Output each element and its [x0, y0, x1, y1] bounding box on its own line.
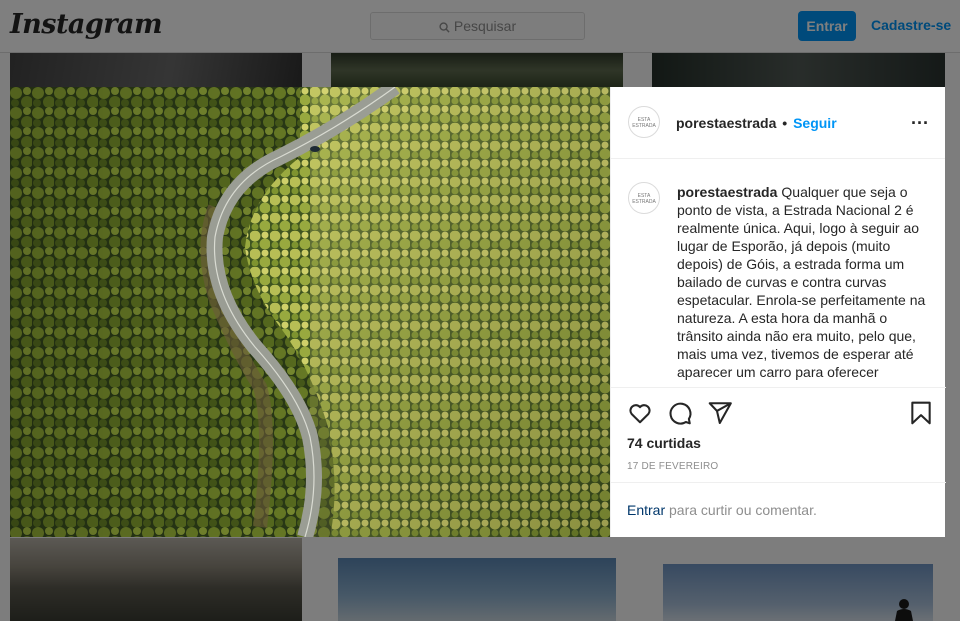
separator-dot: • — [782, 115, 788, 131]
username-link[interactable]: porestaestrada — [676, 115, 776, 131]
caption-text: porestaestrada Qualquer que seja o ponto … — [677, 183, 927, 381]
post-sidebar: ESTA ESTRADA porestaestrada • Seguir ···… — [610, 87, 946, 537]
login-prompt-text: para curtir ou comentar. — [665, 502, 817, 518]
more-options-icon[interactable]: ··· — [911, 114, 929, 132]
heart-icon[interactable] — [627, 400, 653, 426]
avatar-text: ESTA ESTRADA — [632, 193, 656, 205]
caption-area: ESTA ESTRADA porestaestrada Qualquer que … — [611, 159, 946, 387]
login-prompt-link[interactable]: Entrar — [627, 502, 665, 518]
avatar[interactable]: ESTA ESTRADA — [628, 106, 660, 138]
caption-username-link[interactable]: porestaestrada — [677, 184, 777, 200]
post-header: ESTA ESTRADA porestaestrada • Seguir ··· — [611, 87, 945, 159]
post-actions: 74 curtidas 17 DE FEVEREIRO — [611, 387, 946, 482]
comment-icon[interactable] — [667, 400, 693, 426]
share-icon[interactable] — [707, 400, 733, 426]
post-photo[interactable] — [10, 87, 610, 537]
post-modal: ESTA ESTRADA porestaestrada • Seguir ···… — [10, 87, 946, 537]
likes-count[interactable]: 74 curtidas — [627, 435, 701, 451]
follow-button[interactable]: Seguir — [793, 115, 837, 131]
post-date[interactable]: 17 DE FEVEREIRO — [627, 461, 718, 472]
avatar-text: ESTA ESTRADA — [632, 117, 656, 129]
post-header-user: porestaestrada • Seguir — [676, 115, 837, 131]
login-to-comment: Entrar para curtir ou comentar. — [611, 482, 946, 537]
aerial-forest-road-image — [10, 87, 610, 537]
caption-avatar[interactable]: ESTA ESTRADA — [628, 182, 660, 214]
bookmark-icon[interactable] — [908, 400, 934, 426]
caption-body: Qualquer que seja o ponto de vista, a Es… — [677, 184, 926, 380]
